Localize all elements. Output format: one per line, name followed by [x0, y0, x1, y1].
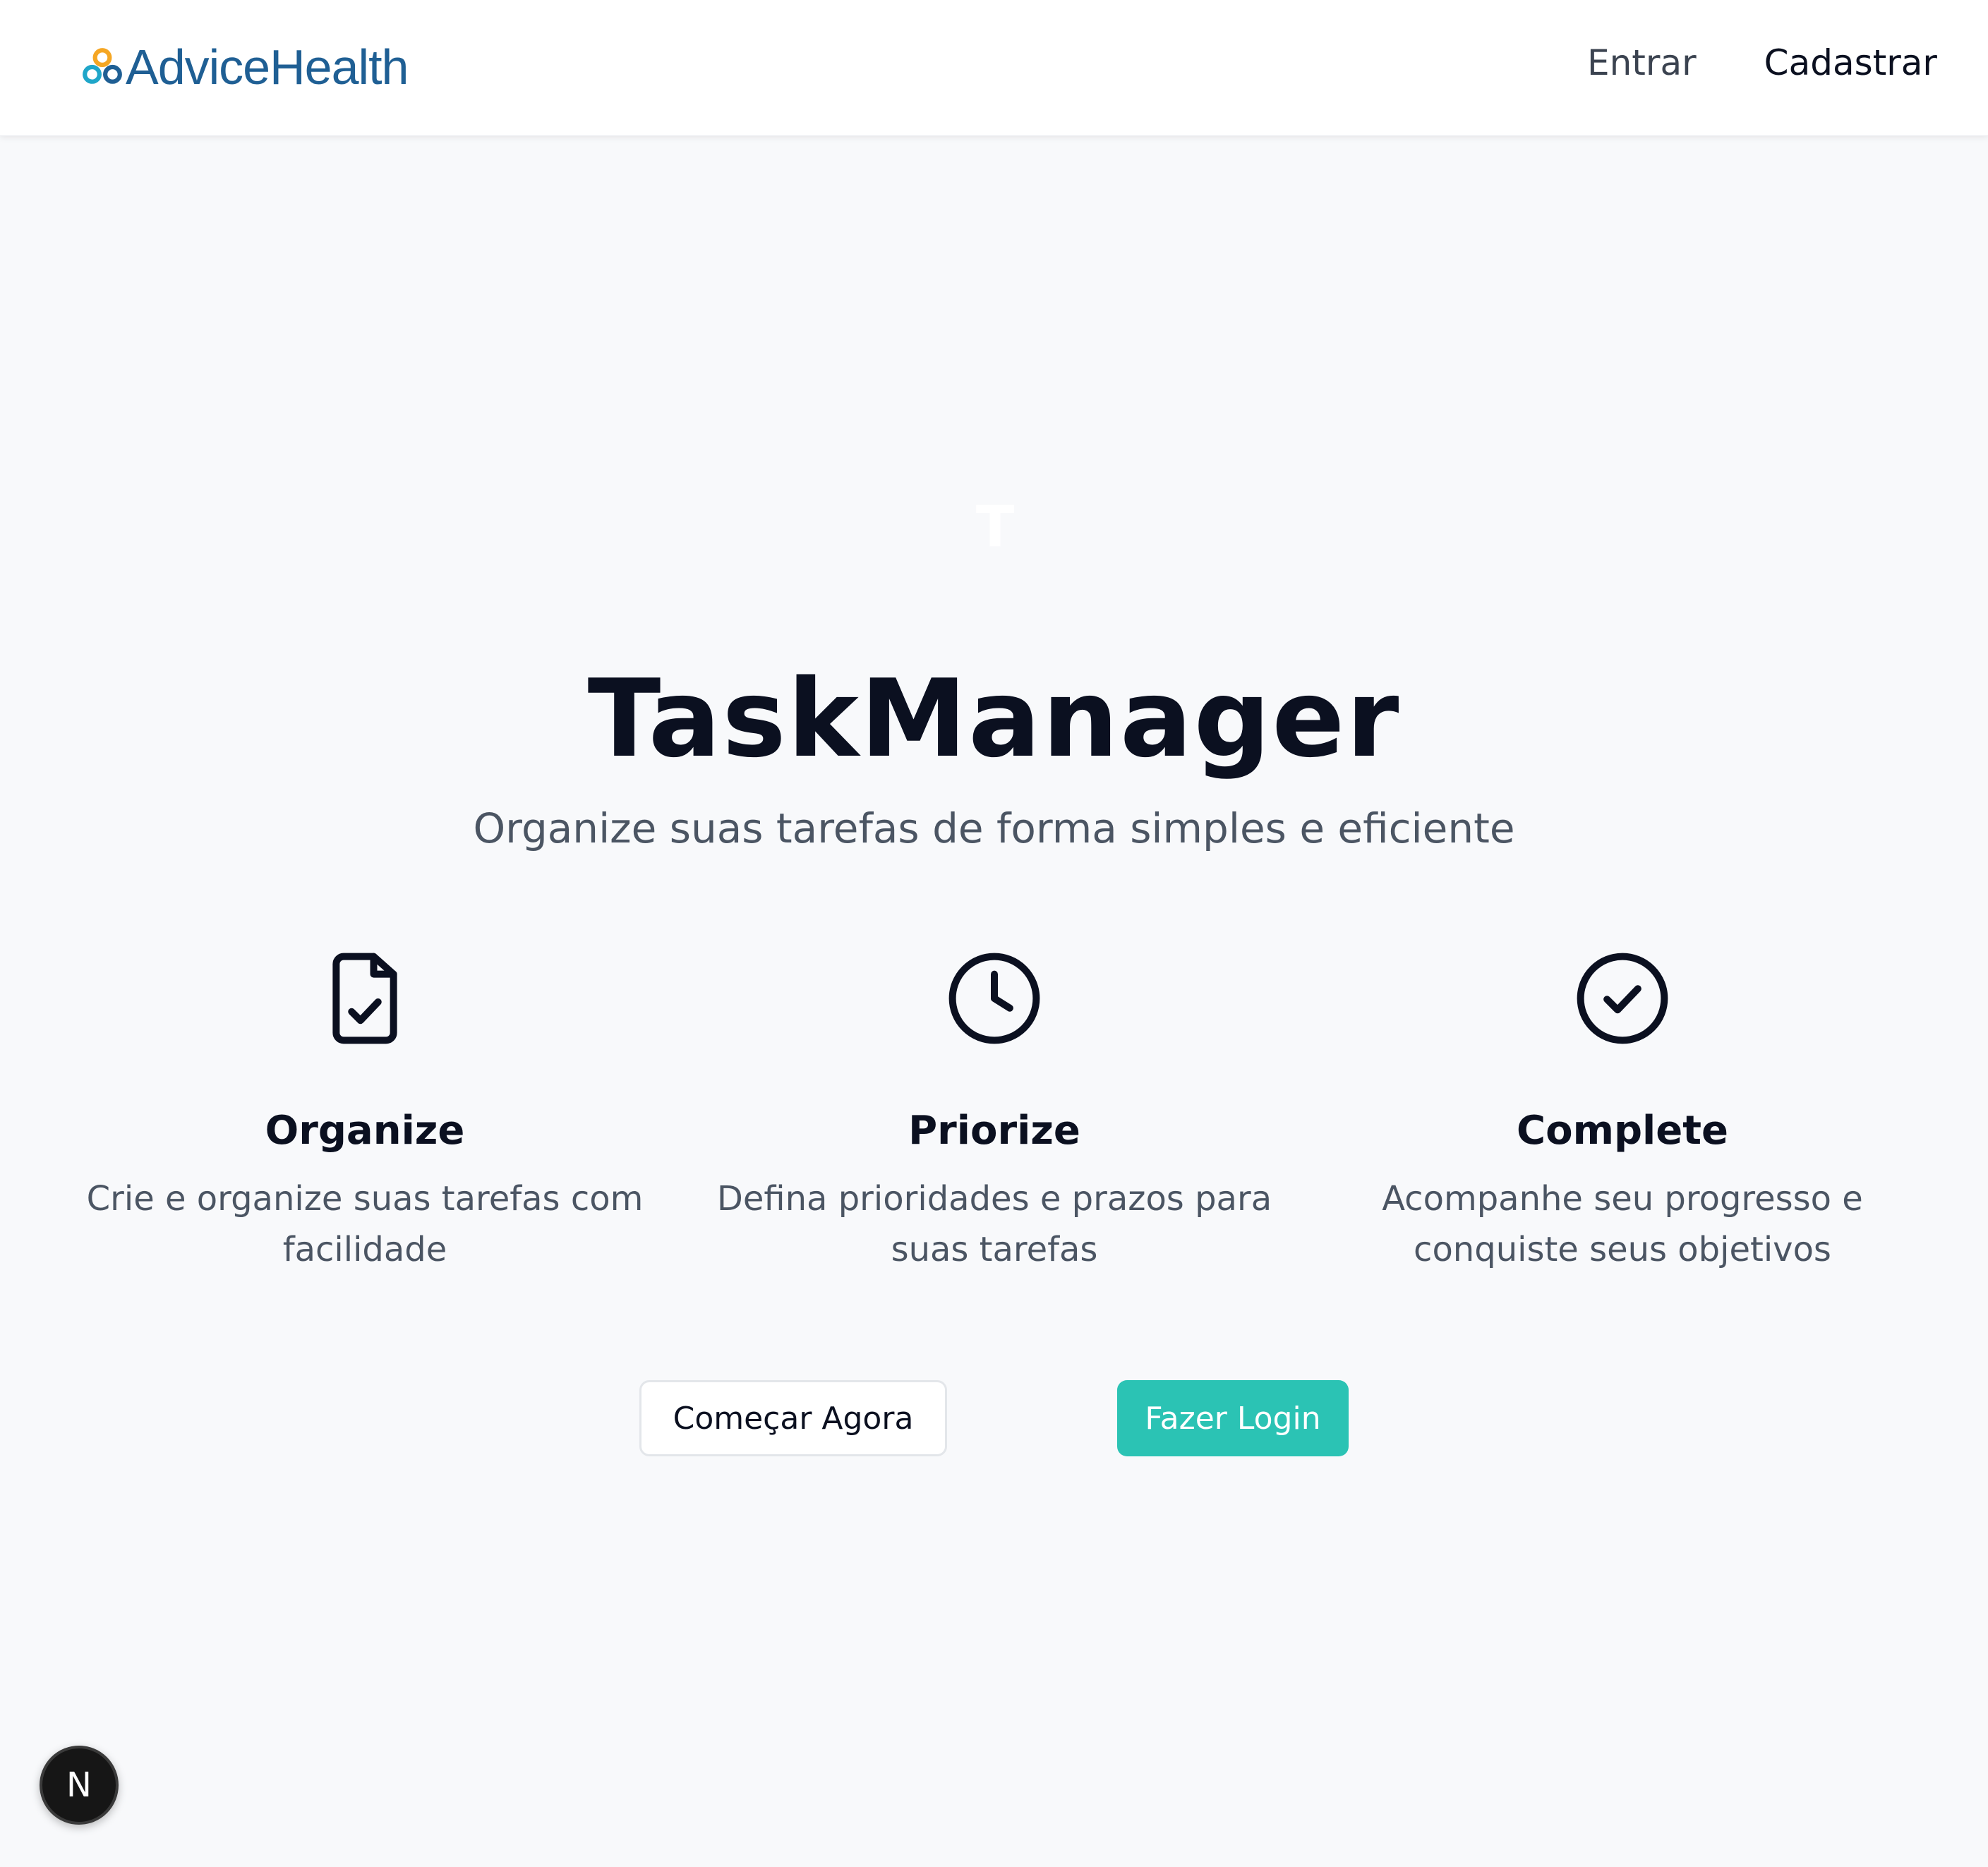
login-button[interactable]: Fazer Login — [1117, 1380, 1349, 1456]
page-subtitle: Organize suas tarefas de forma simples e… — [473, 804, 1515, 852]
file-check-icon — [332, 953, 397, 1044]
dev-tools-badge[interactable]: N — [40, 1746, 119, 1825]
brand-logo[interactable]: AdviceHealth — [80, 35, 409, 99]
feature-title: Complete — [1517, 1108, 1728, 1154]
hero-logo-letter: T — [975, 494, 1015, 560]
nav-register-link[interactable]: Cadastrar — [1764, 42, 1937, 83]
feature-description: Acompanhe seu progresso e conquiste seus… — [1382, 1179, 1863, 1269]
advicehealth-logo-icon — [83, 48, 122, 84]
feature-title: Priorize — [908, 1108, 1080, 1154]
feature-description: Defina prioridades e prazos para suas ta… — [716, 1179, 1272, 1269]
feature-description: Crie e organize suas tarefas com facilid… — [86, 1179, 644, 1269]
feature-complete: Complete Acompanhe seu progresso e conqu… — [1319, 945, 1926, 1275]
header-nav: Entrar Cadastrar — [1587, 42, 1937, 83]
feature-prioritize: Priorize Defina prioridades e prazos par… — [691, 945, 1298, 1275]
nav-login-link[interactable]: Entrar — [1587, 42, 1697, 83]
brand-name: AdviceHealth — [126, 40, 409, 95]
top-header: AdviceHealth Entrar Cadastrar — [0, 0, 1988, 136]
check-circle-icon — [1577, 953, 1668, 1044]
clock-icon — [948, 953, 1040, 1044]
start-now-button[interactable]: Começar Agora — [639, 1380, 947, 1456]
page-title: TaskManager — [587, 656, 1401, 781]
feature-title: Organize — [265, 1108, 465, 1154]
feature-organize: Organize Crie e organize suas tarefas co… — [61, 945, 668, 1275]
